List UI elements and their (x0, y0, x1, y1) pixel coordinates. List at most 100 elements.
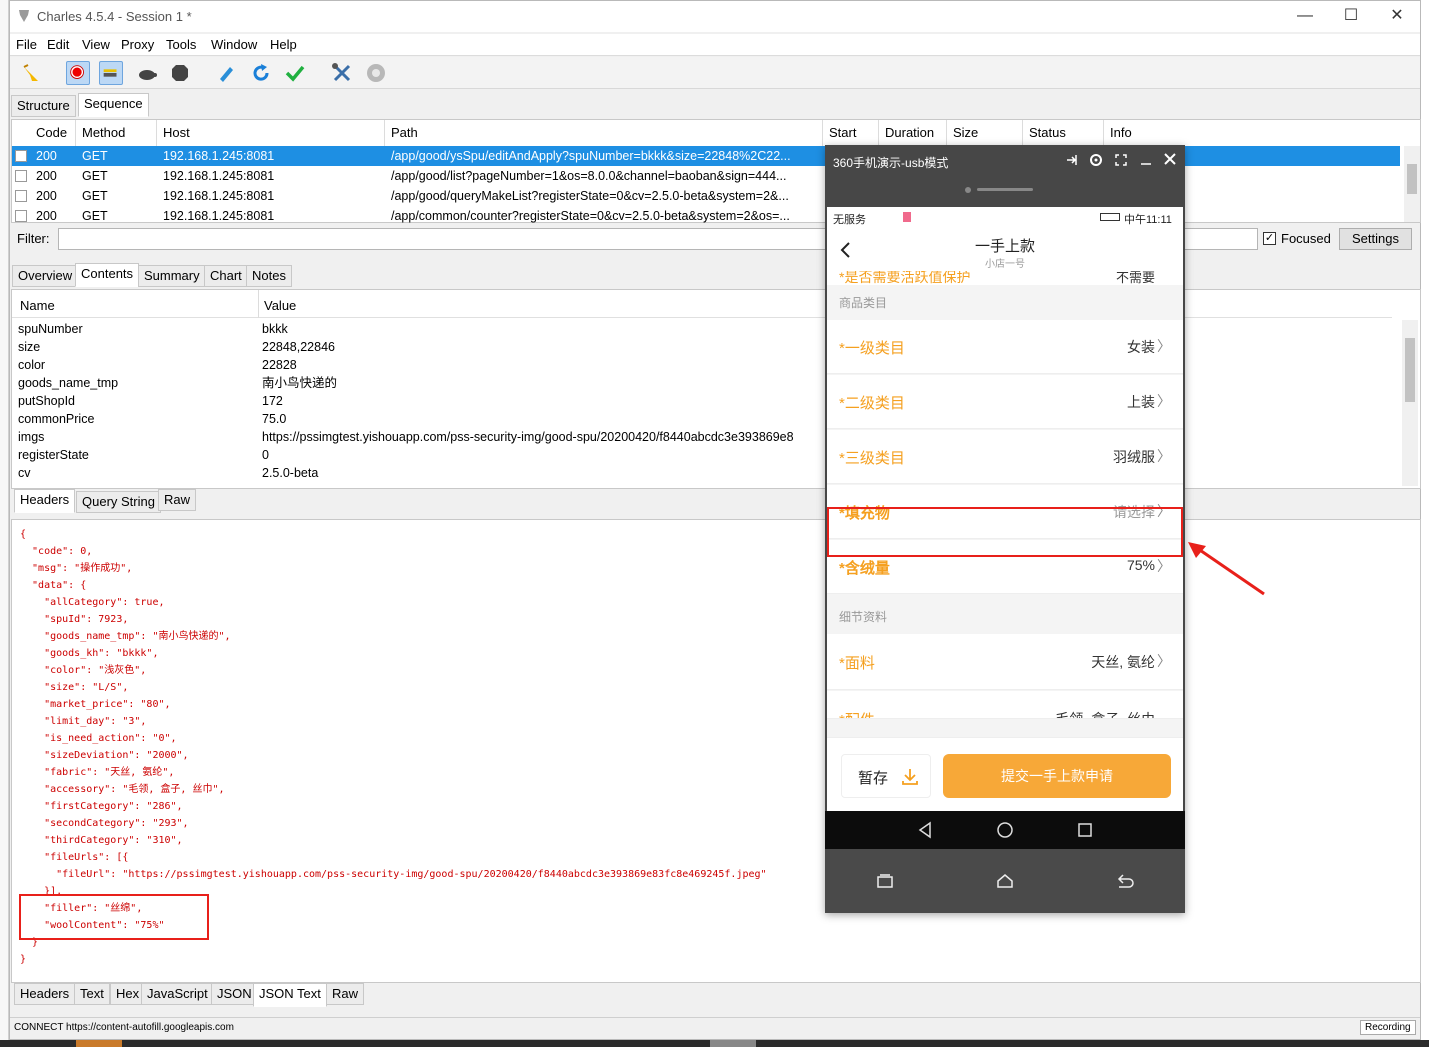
taskbar-item[interactable] (710, 1040, 756, 1047)
broom-icon[interactable] (20, 61, 44, 85)
tab-response-json-text[interactable]: JSON Text (253, 983, 327, 1007)
tab-response-headers[interactable]: Headers (14, 983, 76, 1005)
tab-summary[interactable]: Summary (138, 265, 206, 287)
gear-icon[interactable] (364, 61, 388, 85)
col-path[interactable]: Path (385, 120, 823, 146)
col-host[interactable]: Host (157, 120, 385, 146)
pin-icon[interactable] (1065, 153, 1079, 167)
table-row[interactable]: spuNumber bkkk (12, 320, 1392, 338)
menu-edit[interactable]: Edit (47, 37, 69, 52)
menu-help[interactable]: Help (270, 37, 297, 52)
category-row[interactable]: *二级类目 上装 〉 (827, 375, 1183, 429)
throttle-button[interactable] (99, 61, 123, 85)
table-row[interactable]: color 22828 (12, 356, 1392, 374)
tab-response-text[interactable]: Text (74, 983, 110, 1005)
tab-sequence[interactable]: Sequence (78, 93, 149, 117)
save-draft-button[interactable]: 暂存 (841, 754, 931, 798)
scroll-thumb[interactable] (1407, 164, 1417, 194)
refresh-icon[interactable] (249, 61, 273, 85)
tab-response-hex[interactable]: Hex (110, 983, 146, 1005)
query-params-table: Name Value spuNumber bkkk size 22848,22846 c… (11, 289, 1421, 489)
settings-gear-icon[interactable] (1089, 153, 1103, 167)
turtle-icon[interactable] (135, 61, 159, 85)
highlight-box-phone (827, 507, 1183, 557)
record-button[interactable] (66, 61, 90, 85)
col-status[interactable]: Status (1023, 120, 1104, 146)
status-bar: CONNECT https://content-autofill.googlea… (10, 1017, 1420, 1039)
page-indicator (977, 188, 1033, 191)
col-value[interactable]: Value (264, 298, 296, 313)
row-value: 羽绒服 (1113, 449, 1155, 465)
focused-checkbox[interactable]: ✓ (1263, 232, 1276, 245)
col-start[interactable]: Start (823, 120, 879, 146)
table-row[interactable]: 200 GET 192.168.1.245:8081 /app/good/que… (12, 186, 1400, 206)
tab-response-javascript[interactable]: JavaScript (141, 983, 214, 1005)
toolbar (10, 57, 1420, 89)
menu-window[interactable]: Window (211, 37, 257, 52)
table-row[interactable]: 200 GET 192.168.1.245:8081 /app/common/c… (12, 206, 1400, 226)
col-method[interactable]: Method (76, 120, 157, 146)
minimize-button[interactable]: — (1282, 5, 1328, 27)
tab-notes[interactable]: Notes (246, 265, 292, 287)
tab-response-raw[interactable]: Raw (326, 983, 365, 1005)
params-scrollbar[interactable] (1402, 320, 1418, 486)
scroll-thumb[interactable] (1405, 338, 1415, 402)
taskbar-item[interactable] (76, 1040, 122, 1047)
pen-icon[interactable] (214, 61, 238, 85)
fabric-row[interactable]: *面料 天丝, 氨纶 〉 (827, 634, 1183, 690)
minimize-icon[interactable] (1139, 153, 1153, 167)
file-icon (15, 190, 27, 202)
table-row[interactable]: putShopId 172 (12, 392, 1392, 410)
close-icon[interactable] (1163, 152, 1177, 166)
tab-structure[interactable]: Structure (11, 95, 76, 117)
tab-request-raw[interactable]: Raw (158, 489, 197, 511)
col-size[interactable]: Size (947, 120, 1023, 146)
accessory-row[interactable]: *配件 毛领, 盒子, 丝巾 (827, 691, 1183, 719)
col-duration[interactable]: Duration (879, 120, 947, 146)
emulator-home-icon[interactable] (995, 871, 1015, 891)
table-row[interactable]: imgs https://pssimgtest.yishouapp.com/pss… (12, 428, 1392, 446)
submit-button[interactable]: 提交一手上款申请 (943, 754, 1171, 798)
tab-query-string[interactable]: Query String (76, 491, 161, 513)
tools-icon[interactable] (330, 61, 354, 85)
table-row[interactable]: 200 GET 192.168.1.245:8081 /app/good/ysS… (12, 146, 1400, 166)
clock-text: 中午11:11 (1124, 214, 1172, 226)
col-name[interactable]: Name (20, 298, 55, 313)
category-row[interactable]: *一级类目 女装 〉 (827, 320, 1183, 374)
tab-overview[interactable]: Overview (12, 265, 79, 287)
table-row[interactable]: goods_name_tmp 南小鸟快递的 (12, 374, 1392, 392)
tab-contents[interactable]: Contents (75, 263, 140, 287)
tab-request-headers[interactable]: Headers (14, 489, 76, 513)
check-icon[interactable] (283, 61, 307, 85)
nav-recents-icon[interactable] (1076, 821, 1094, 839)
save-draft-label: 暂存 (858, 770, 889, 787)
sequence-scrollbar[interactable] (1404, 146, 1420, 222)
emulator-menu-icon[interactable] (875, 871, 895, 891)
partial-row[interactable]: *是否需要活跃值保护 不需要 (827, 271, 1183, 285)
category-row[interactable]: *三级类目 羽绒服 〉 (827, 430, 1183, 484)
maximize-button[interactable]: ☐ (1328, 5, 1374, 27)
menu-proxy[interactable]: Proxy (121, 37, 154, 52)
stop-icon[interactable] (168, 61, 192, 85)
tab-response-json[interactable]: JSON (211, 983, 258, 1005)
table-row[interactable]: commonPrice 75.0 (12, 410, 1392, 428)
menu-tools[interactable]: Tools (166, 37, 196, 52)
download-icon (902, 769, 918, 785)
menu-file[interactable]: File (16, 37, 37, 52)
col-code[interactable]: Code (30, 120, 76, 146)
settings-button[interactable]: Settings (1339, 228, 1412, 250)
emulator-back-icon[interactable] (1115, 871, 1135, 891)
close-button[interactable]: ✕ (1374, 5, 1420, 27)
menu-view[interactable]: View (82, 37, 110, 52)
json-line: "goods_name_tmp": "南小鸟快递的", (20, 631, 231, 642)
table-row[interactable]: cv 2.5.0-beta (12, 464, 1392, 482)
table-row[interactable]: 200 GET 192.168.1.245:8081 /app/good/lis… (12, 166, 1400, 186)
col-info[interactable]: Info (1104, 120, 1400, 146)
nav-home-icon[interactable] (996, 821, 1014, 839)
charles-window: Charles 4.5.4 - Session 1 * — ☐ ✕ File E… (9, 0, 1421, 1040)
nav-back-icon[interactable] (916, 821, 934, 839)
table-row[interactable]: size 22848,22846 (12, 338, 1392, 356)
tab-chart[interactable]: Chart (204, 265, 248, 287)
table-row[interactable]: registerState 0 (12, 446, 1392, 464)
fullscreen-icon[interactable] (1114, 153, 1128, 167)
